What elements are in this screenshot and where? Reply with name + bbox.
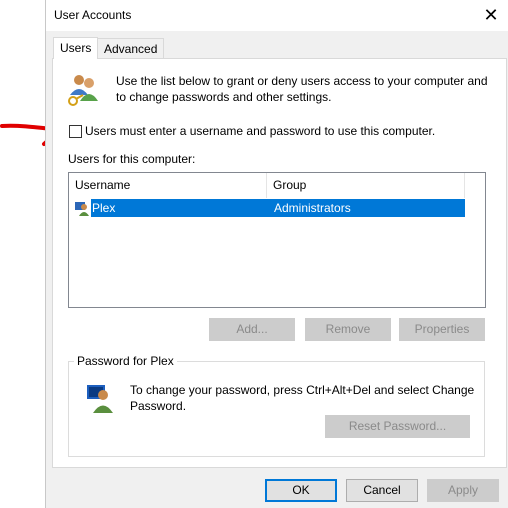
tab-users-label: Users <box>60 41 92 55</box>
user-password-icon <box>87 385 113 413</box>
users-keys-icon <box>68 75 98 106</box>
column-header-group[interactable]: Group <box>267 173 465 198</box>
remove-user-button[interactable]: Remove <box>305 318 391 341</box>
properties-button[interactable]: Properties <box>399 318 485 341</box>
user-icon <box>75 202 89 216</box>
intro-line-1: Use the list below to grant or deny user… <box>116 74 488 88</box>
table-row[interactable]: Plex Administrators <box>69 199 467 217</box>
apply-button[interactable]: Apply <box>427 479 499 502</box>
user-accounts-dialog: User Accounts ✕ Users Advanced Use the l… <box>45 0 508 508</box>
users-list[interactable]: Username Group Plex Administrators <box>68 172 486 308</box>
tab-users[interactable]: Users <box>53 37 99 59</box>
password-help-line-2: Password. <box>130 399 187 413</box>
tab-advanced-label: Advanced <box>104 42 158 56</box>
password-help-line-1: To change your password, press Ctrl+Alt+… <box>130 383 475 397</box>
password-groupbox: Password for Plex To change your passwor… <box>68 354 485 457</box>
column-header-username[interactable]: Username <box>69 173 267 198</box>
users-section-label: Users for this computer: <box>68 152 196 166</box>
ok-button[interactable]: OK <box>265 479 337 502</box>
close-icon[interactable]: ✕ <box>479 4 503 26</box>
password-group-title: Password for Plex <box>74 354 177 368</box>
selected-row-highlight: Plex Administrators <box>91 199 465 217</box>
row-username: Plex <box>92 201 116 215</box>
require-password-label: Users must enter a username and password… <box>85 124 436 138</box>
password-help-text: To change your password, press Ctrl+Alt+… <box>130 382 480 414</box>
row-group: Administrators <box>274 201 351 215</box>
require-password-checkbox[interactable] <box>69 125 82 138</box>
intro-line-2: to change passwords and other settings. <box>116 90 332 104</box>
intro-text: Use the list below to grant or deny user… <box>116 73 496 105</box>
add-user-button[interactable]: Add... <box>209 318 295 341</box>
tab-advanced[interactable]: Advanced <box>97 38 165 58</box>
cancel-button[interactable]: Cancel <box>346 479 418 502</box>
reset-password-button[interactable]: Reset Password... <box>325 415 470 438</box>
window-title: User Accounts <box>54 8 132 22</box>
title-bar: User Accounts ✕ <box>46 0 508 31</box>
users-tab-panel: Use the list below to grant or deny user… <box>52 58 507 468</box>
